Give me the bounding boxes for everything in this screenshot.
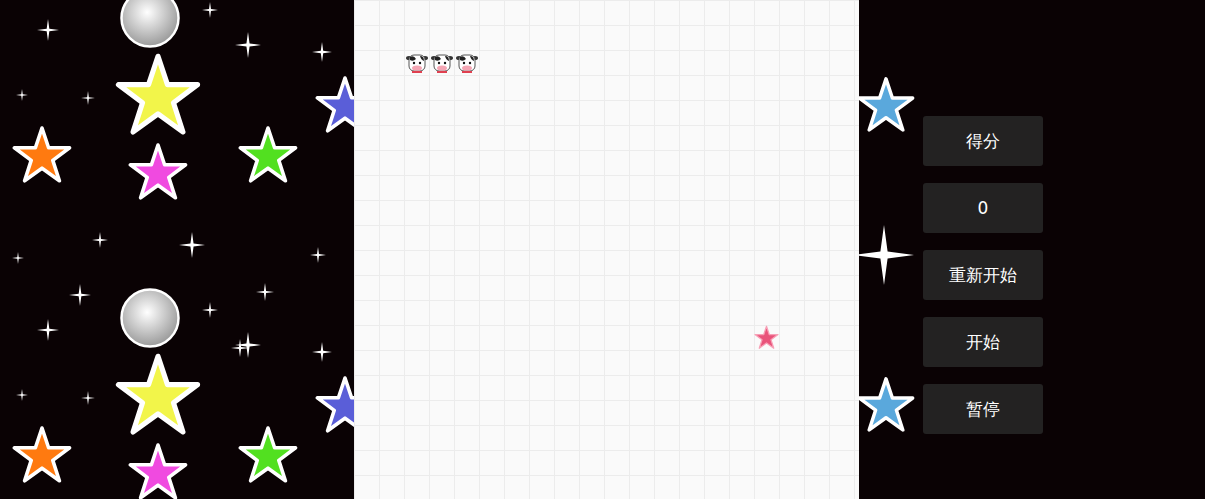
control-button[interactable]: 暂停 — [923, 384, 1043, 434]
sparkle-icon — [235, 332, 261, 358]
star-icon — [315, 375, 354, 435]
starry-background: 得分 0 重新开始开始暂停 — [859, 0, 1205, 499]
star-icon — [859, 76, 915, 134]
cow-icon — [405, 51, 429, 75]
sparkle-icon — [12, 252, 24, 264]
cow-icon — [455, 51, 479, 75]
sparkle-icon — [202, 2, 218, 18]
star-icon — [238, 125, 298, 185]
sparkle-icon — [256, 283, 274, 301]
star-icon — [859, 376, 915, 434]
moon-icon — [119, 0, 181, 49]
control-panel: 得分 0 重新开始开始暂停 — [923, 0, 1043, 434]
sparkle-icon — [859, 225, 914, 285]
sparkle-icon — [231, 339, 249, 357]
starry-background — [0, 0, 354, 499]
control-button[interactable]: 重新开始 — [923, 250, 1043, 300]
score-label: 得分 — [923, 116, 1043, 166]
star-icon — [128, 442, 188, 499]
snake-segment — [404, 50, 429, 75]
star-icon — [12, 425, 72, 485]
star-icon — [238, 425, 298, 485]
star-icon — [115, 352, 201, 438]
snake-segment — [454, 50, 479, 75]
sparkle-icon — [37, 19, 59, 41]
sparkle-icon — [69, 284, 91, 306]
star-icon — [315, 75, 354, 135]
sparkle-icon — [312, 42, 332, 62]
sparkle-icon — [235, 32, 261, 58]
control-button[interactable]: 开始 — [923, 317, 1043, 367]
game-page: 得分 0 重新开始开始暂停 — [0, 0, 1205, 499]
sparkle-icon — [312, 342, 332, 362]
sparkle-icon — [37, 319, 59, 341]
sparkle-icon — [310, 247, 326, 263]
star-icon — [128, 142, 188, 202]
sparkle-icon — [179, 232, 205, 258]
game-board[interactable] — [354, 0, 859, 499]
star-icon — [754, 325, 779, 350]
star-icon — [12, 125, 72, 185]
sparkle-icon — [16, 89, 28, 101]
snake-segment — [429, 50, 454, 75]
moon-icon — [119, 287, 181, 349]
sparkle-icon — [81, 91, 95, 105]
food — [754, 325, 779, 350]
sparkle-icon — [16, 389, 28, 401]
sparkle-icon — [202, 302, 218, 318]
star-icon — [115, 52, 201, 138]
sparkle-icon — [81, 391, 95, 405]
score-value: 0 — [923, 183, 1043, 233]
sparkle-icon — [92, 232, 108, 248]
cow-icon — [430, 51, 454, 75]
